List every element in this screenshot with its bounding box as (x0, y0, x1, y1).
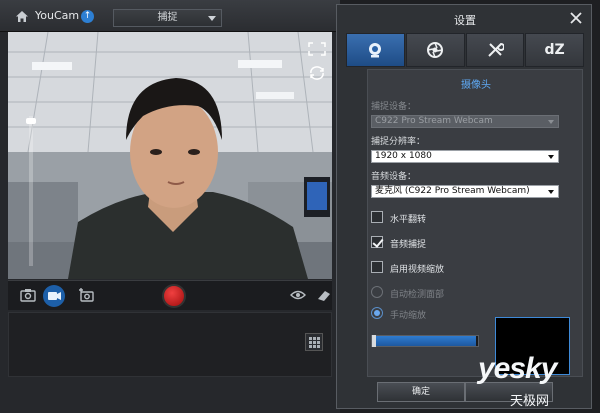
zoom-slider[interactable] (26, 116, 36, 266)
video-zoom-checkbox[interactable] (371, 261, 383, 273)
dialog-title: 设置 (454, 14, 476, 27)
ok-button[interactable]: 确定 (377, 382, 465, 402)
audio-device-label: 音频设备： (371, 172, 417, 182)
zoom-slider-fill (372, 336, 476, 346)
chevron-down-icon (208, 16, 216, 21)
audio-device-select[interactable]: 麦克风 (C922 Pro Stream Webcam) (371, 185, 559, 198)
grid-view-icon[interactable] (305, 333, 323, 351)
capture-device-value: C922 Pro Stream Webcam (375, 116, 493, 126)
tab-dz[interactable]: dZ (525, 33, 584, 67)
aperture-icon (427, 42, 444, 58)
webcam-settings-panel: 摄像头 捕捉设备： C922 Pro Stream Webcam 捕捉分辨率： … (367, 69, 583, 377)
manual-zoom-label: 手动缩放 (390, 311, 427, 321)
mode-select-value: 捕捉 (157, 12, 178, 23)
video-mode-button[interactable] (43, 285, 65, 307)
tab-effects[interactable] (405, 33, 465, 67)
horizontal-flip-checkbox[interactable] (371, 211, 383, 223)
upgrade-icon[interactable]: ↑ (81, 10, 94, 23)
zoom-slider-handle[interactable] (26, 118, 36, 124)
camera-preview (8, 32, 332, 279)
title-bar: YouCam ↑ 捕捉 (0, 0, 340, 32)
tab-webcam[interactable] (346, 33, 405, 67)
camera-icon[interactable] (20, 288, 36, 302)
yesky-watermark: yesky 天极网 (478, 352, 598, 410)
auto-face-detect-radio[interactable] (371, 286, 383, 298)
video-zoom-label: 启用视频缩放 (390, 265, 445, 275)
resolution-select[interactable]: 1920 x 1080 (371, 150, 559, 163)
home-icon[interactable] (15, 10, 29, 23)
chevron-down-icon (548, 190, 554, 194)
section-title: 摄像头 (461, 80, 491, 91)
status-strip (0, 380, 340, 413)
manual-zoom-slider[interactable] (371, 335, 479, 347)
zoom-slider-handle[interactable] (372, 335, 376, 347)
tools-icon (488, 42, 504, 57)
audio-capture-label: 音频捕捉 (390, 240, 427, 250)
app-title: YouCam (35, 9, 80, 22)
watermark-main: yesky (478, 352, 557, 385)
settings-dialog: 设置 dZ 摄像头 捕捉设备： C922 Pro Stream Webcam 捕… (336, 4, 592, 409)
dz-tab-label: dZ (544, 42, 565, 58)
horizontal-flip-label: 水平翻转 (390, 215, 427, 225)
resolution-value: 1920 x 1080 (375, 151, 432, 161)
settings-tabs: dZ (346, 33, 584, 67)
capture-device-select: C922 Pro Stream Webcam (371, 115, 559, 128)
capture-toolbar (8, 280, 332, 310)
youcam-window: YouCam ↑ 捕捉 (0, 0, 340, 413)
capture-device-label: 捕捉设备： (371, 102, 417, 112)
watermark-sub: 天极网 (510, 394, 550, 409)
eye-icon[interactable] (290, 288, 306, 302)
chevron-down-icon (548, 155, 554, 159)
close-icon[interactable] (569, 11, 583, 25)
fullscreen-icon[interactable] (308, 42, 326, 56)
media-gallery (8, 312, 332, 377)
record-button[interactable] (162, 284, 186, 308)
video-camera-icon (48, 292, 61, 300)
audio-capture-checkbox[interactable] (371, 236, 383, 248)
rotate-icon[interactable] (308, 66, 326, 80)
mode-select[interactable]: 捕捉 (113, 9, 222, 27)
audio-device-value: 麦克风 (C922 Pro Stream Webcam) (375, 186, 530, 196)
auto-face-detect-label: 自动检测面部 (390, 290, 445, 300)
burst-camera-icon[interactable] (78, 288, 94, 302)
eraser-icon[interactable] (316, 288, 332, 302)
resolution-label: 捕捉分辨率： (371, 137, 426, 147)
webcam-icon (369, 43, 382, 58)
tab-tools[interactable] (465, 33, 525, 67)
webcam-frame (8, 32, 332, 279)
chevron-down-icon (548, 120, 554, 124)
manual-zoom-radio[interactable] (371, 307, 383, 319)
